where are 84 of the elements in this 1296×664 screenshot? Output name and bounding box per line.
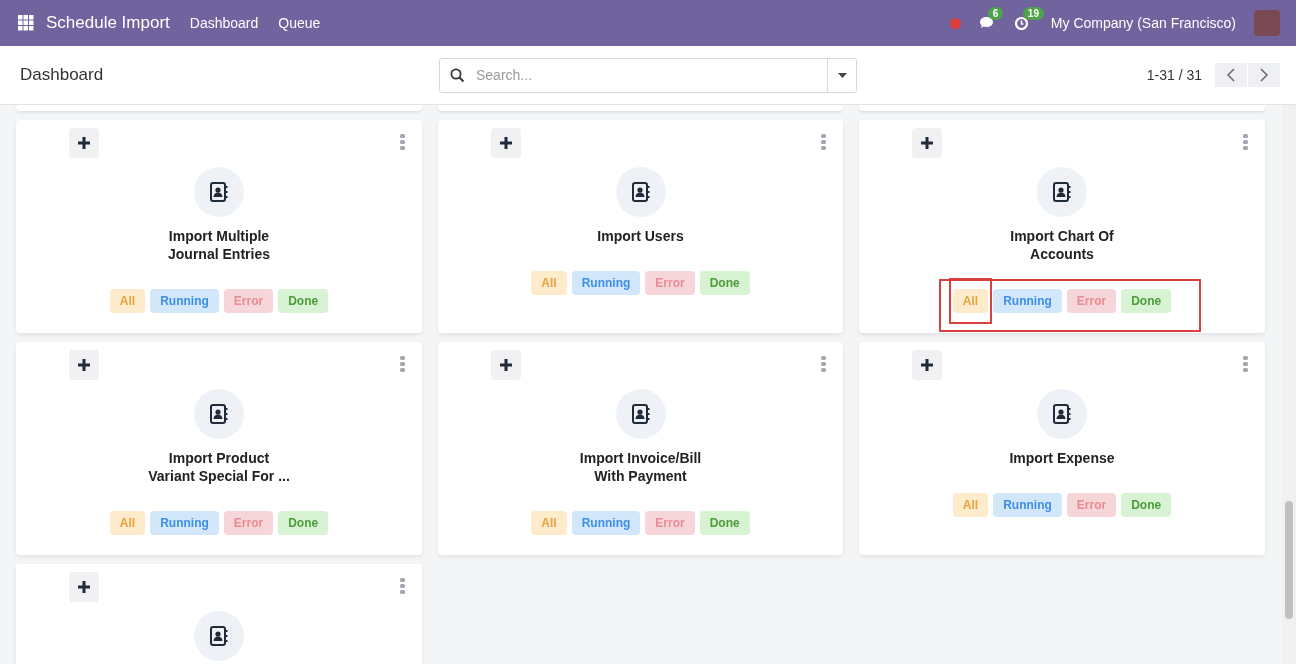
card-title: Import Invoice/Bill With Payment (579, 449, 702, 485)
kebab-menu-icon (399, 356, 405, 372)
chat-count: 6 (987, 6, 1004, 20)
filter-badge[interactable]: All (531, 271, 567, 295)
filter-badge[interactable]: Error (1066, 493, 1117, 517)
status-dot (949, 17, 961, 29)
search-options-toggle[interactable] (827, 58, 856, 92)
plus-icon (78, 359, 90, 371)
caret-icon (837, 72, 847, 78)
scrollbar-thumb[interactable] (1285, 501, 1293, 619)
card-title: Import Multiple Journal Entries (168, 227, 270, 263)
contact-book-icon (631, 404, 650, 424)
card-menu-button[interactable] (1241, 355, 1249, 373)
filter-badge[interactable]: Done (278, 289, 329, 313)
filter-badge[interactable]: Running (993, 493, 1062, 517)
filter-badge[interactable]: Error (645, 271, 695, 295)
apps-grid-icon[interactable] (18, 15, 34, 31)
chat-icon[interactable] (978, 15, 996, 31)
filter-badge[interactable]: Error (223, 511, 274, 535)
contact-book-icon (631, 182, 650, 202)
clock-icon[interactable] (1013, 15, 1029, 31)
card-menu-button[interactable] (398, 355, 406, 373)
filter-badge[interactable]: Done (278, 511, 329, 535)
filter-badge[interactable]: Running (993, 289, 1062, 313)
card-menu-button[interactable] (819, 133, 827, 151)
menu-item[interactable]: Dashboard (189, 15, 259, 31)
card-menu-button[interactable] (1241, 133, 1249, 151)
kebab-menu-icon (820, 356, 826, 372)
kebab-menu-icon (399, 578, 405, 594)
menu-item[interactable]: Queue (278, 15, 321, 31)
plus-icon (921, 137, 933, 149)
plus-icon (921, 359, 933, 371)
filter-badge[interactable]: Error (645, 511, 695, 535)
activity-count: 19 (1022, 6, 1044, 20)
filter-badge[interactable]: All (109, 289, 146, 313)
app-title: Schedule Import (46, 13, 170, 33)
plus-icon (500, 137, 512, 149)
filter-badge[interactable]: Done (699, 511, 750, 535)
company-name[interactable]: My Company (San Francisco) (1050, 15, 1236, 31)
filter-badge[interactable]: Error (223, 289, 274, 313)
filter-badge[interactable]: Running (571, 271, 641, 295)
add-button[interactable] (491, 350, 521, 380)
add-button[interactable] (912, 350, 942, 380)
filter-badge[interactable]: Error (1066, 289, 1117, 313)
filter-badge[interactable]: Running (571, 511, 641, 535)
add-button[interactable] (69, 572, 99, 602)
add-button[interactable] (69, 128, 99, 158)
card-title: Import Product Variant Special For ... (148, 449, 290, 485)
kebab-menu-icon (820, 134, 826, 150)
filter-badge[interactable]: All (531, 511, 567, 535)
contact-book-icon (210, 404, 228, 424)
filter-badge[interactable]: Done (1121, 493, 1172, 517)
chevron-left-icon (1227, 68, 1235, 82)
filter-badge[interactable]: Done (1121, 289, 1172, 313)
filter-badge[interactable]: All (952, 289, 989, 313)
contact-book-icon (1053, 182, 1071, 202)
card-menu-button[interactable] (819, 355, 827, 373)
add-button[interactable] (69, 350, 99, 380)
page-title: Dashboard (20, 65, 105, 85)
filter-badge[interactable]: Running (150, 289, 219, 313)
plus-icon (78, 137, 90, 149)
card-title: Import Expense (1009, 449, 1115, 467)
plus-icon (78, 581, 90, 593)
filter-badge[interactable]: All (952, 493, 989, 517)
search-icon (450, 67, 465, 83)
kebab-menu-icon (1242, 356, 1248, 372)
plus-icon (500, 359, 512, 371)
kebab-menu-icon (399, 134, 405, 150)
pager-value[interactable]: 1-31 / 31 (1146, 67, 1202, 83)
contact-book-icon (1053, 404, 1071, 424)
contact-book-icon (210, 626, 228, 646)
filter-badge[interactable]: Done (699, 271, 750, 295)
add-button[interactable] (491, 128, 521, 158)
kebab-menu-icon (1242, 134, 1248, 150)
add-button[interactable] (912, 128, 942, 158)
card-title: Import Chart Of Accounts (1010, 227, 1114, 263)
card-menu-button[interactable] (398, 577, 406, 595)
search-field[interactable]: Search... (439, 57, 857, 93)
card-menu-button[interactable] (398, 133, 406, 151)
filter-badge[interactable]: Running (150, 511, 219, 535)
chevron-right-icon (1260, 68, 1268, 82)
contact-book-icon (210, 182, 228, 202)
card-title: Import Users (597, 227, 684, 245)
filter-badge[interactable]: All (109, 511, 146, 535)
